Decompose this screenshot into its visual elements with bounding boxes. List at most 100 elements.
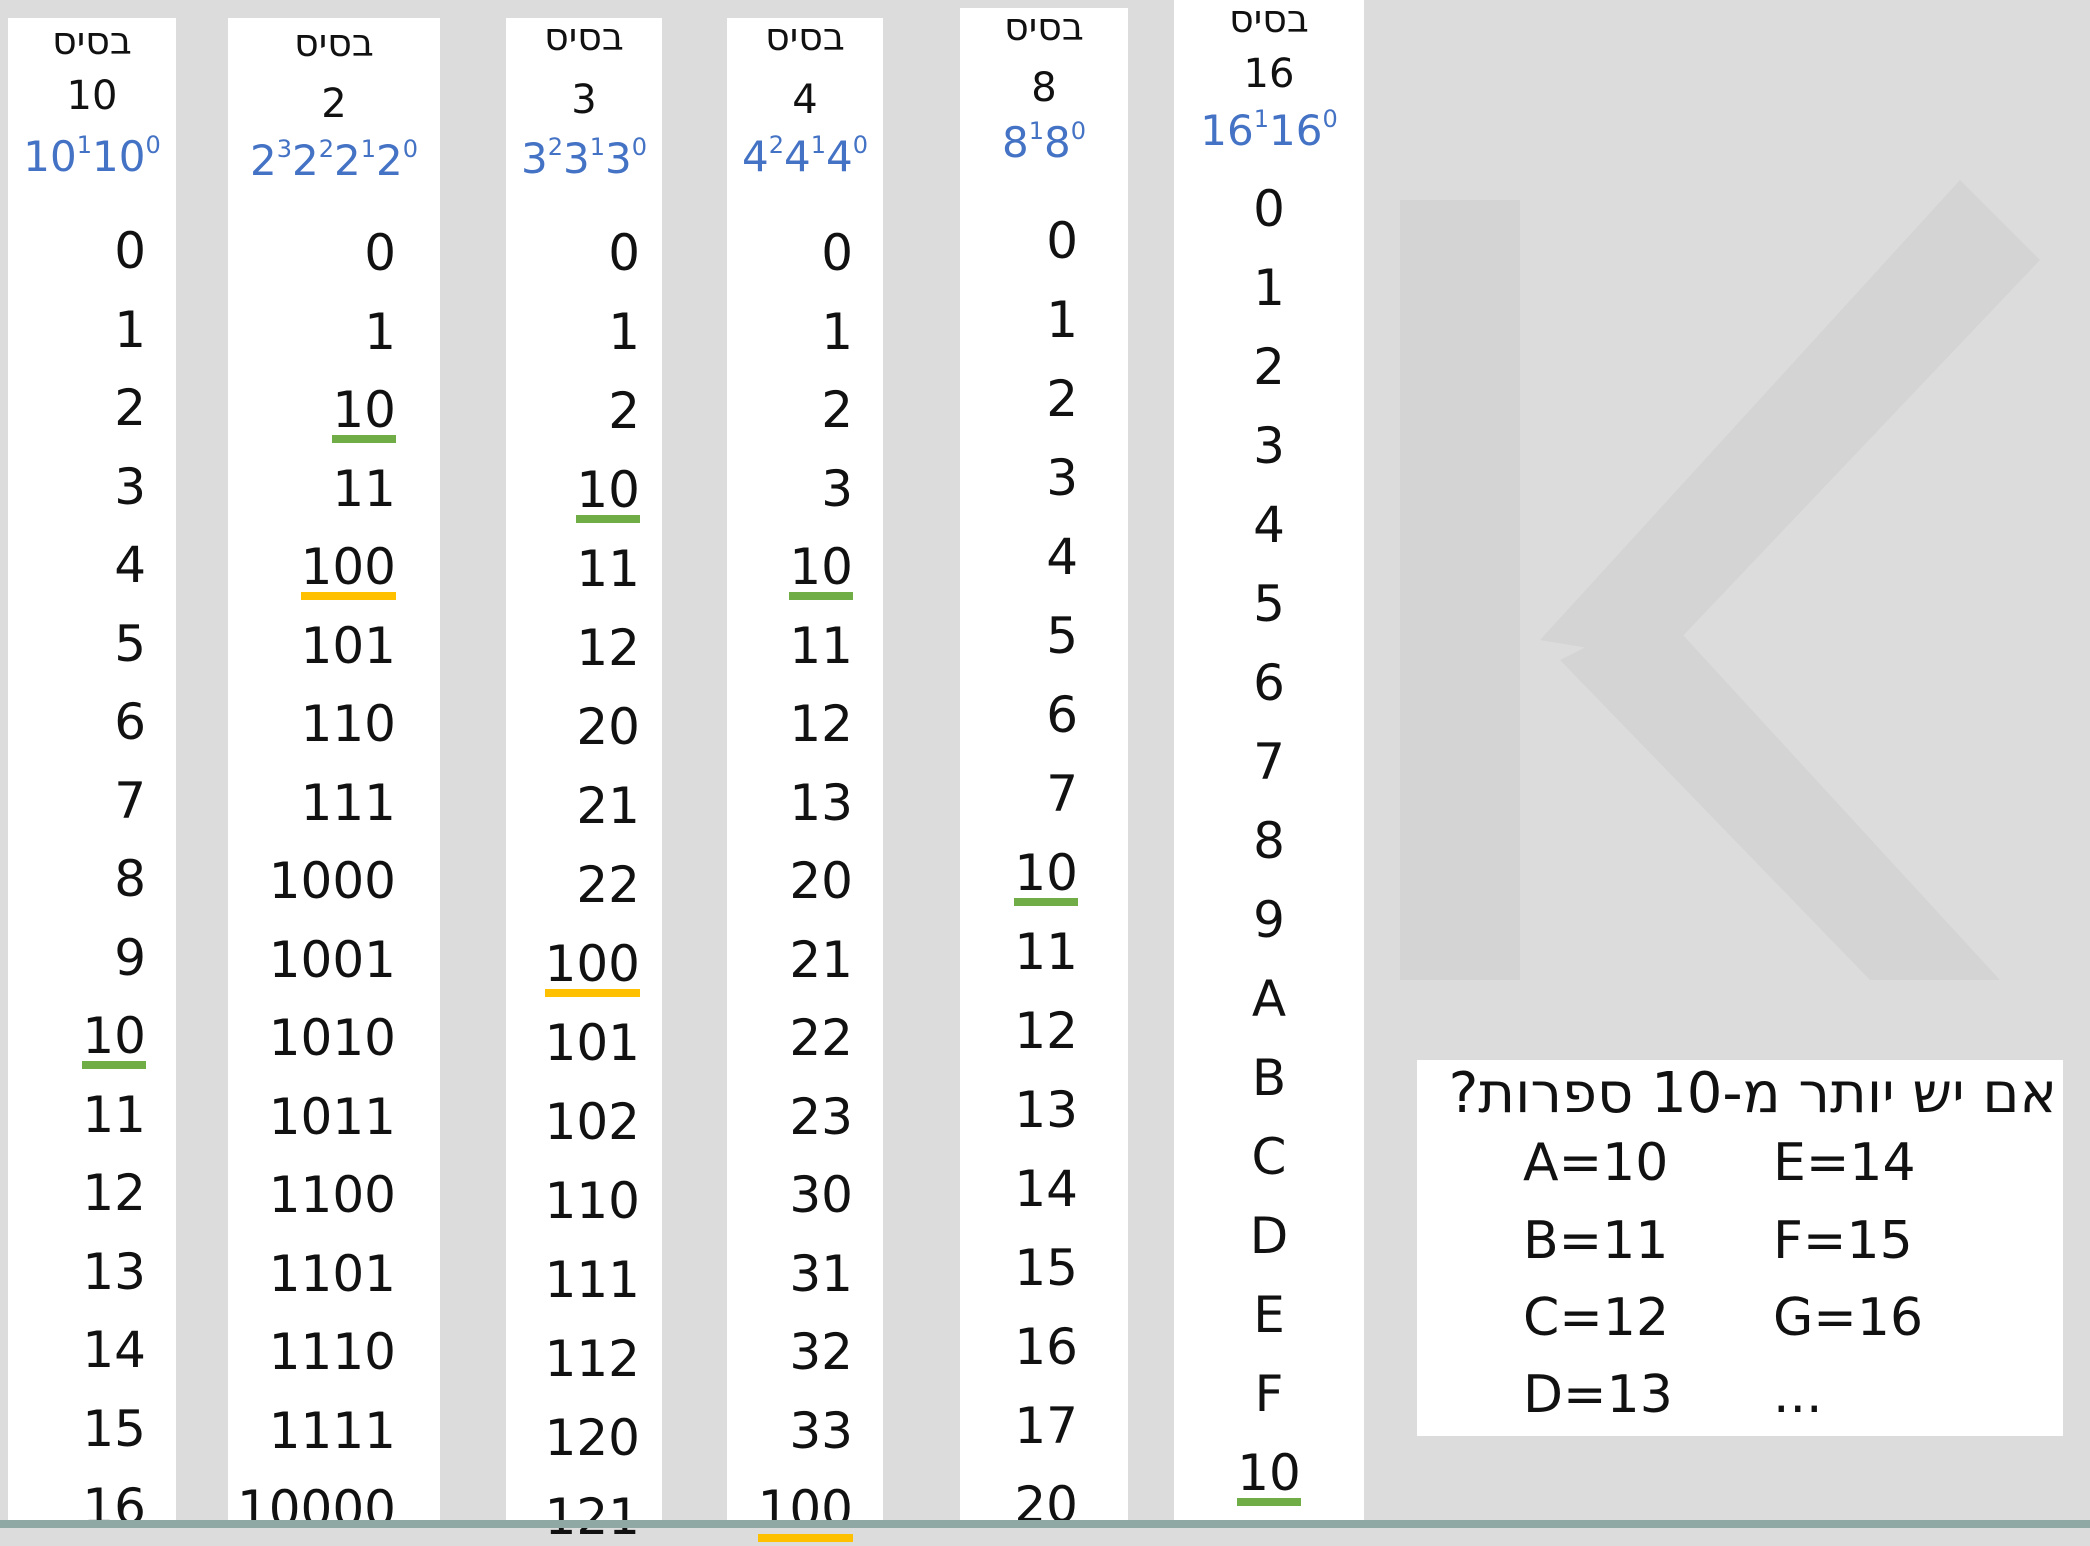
column-value: 2 bbox=[114, 379, 146, 437]
column-value: 31 bbox=[789, 1244, 853, 1303]
column-value: 1011 bbox=[268, 1087, 396, 1146]
note-pair: F=15 bbox=[1773, 1211, 1913, 1271]
column-place-values: 323130 bbox=[520, 133, 648, 183]
column-value: 1101 bbox=[268, 1244, 396, 1303]
column-value: 1000 bbox=[268, 852, 396, 910]
column-value: 11 bbox=[332, 459, 396, 518]
column-value: 11 bbox=[576, 540, 640, 598]
column-value: 21 bbox=[789, 930, 853, 989]
column-value: B bbox=[1251, 1049, 1287, 1107]
column-value: 1 bbox=[608, 303, 640, 361]
column-value: 10 bbox=[789, 542, 853, 600]
column-value: 32 bbox=[789, 1323, 853, 1381]
column-place-values: 23222120 bbox=[249, 135, 419, 185]
column-value: 14 bbox=[82, 1321, 146, 1379]
column-value: 33 bbox=[789, 1401, 853, 1460]
column-title: בסיס bbox=[1004, 5, 1084, 49]
column-value: A bbox=[1251, 970, 1287, 1028]
column-value: 1010 bbox=[268, 1009, 396, 1067]
note-pair: A=10 bbox=[1523, 1133, 1669, 1193]
column-value: 13 bbox=[789, 773, 853, 832]
column-value: 120 bbox=[544, 1409, 640, 1467]
column-value: 7 bbox=[1253, 733, 1285, 791]
column-value: 1111 bbox=[268, 1401, 396, 1460]
column-value: 4 bbox=[1046, 528, 1078, 586]
column-value: 1 bbox=[114, 300, 146, 359]
column-value: 112 bbox=[544, 1330, 640, 1388]
column-value: 8 bbox=[114, 850, 146, 908]
column-value: 2 bbox=[1046, 370, 1078, 428]
column-value: 3 bbox=[114, 457, 146, 516]
column-value: 12 bbox=[82, 1164, 146, 1222]
column-base-number: 2 bbox=[321, 81, 347, 127]
column-place-values: 8180 bbox=[1001, 117, 1087, 167]
column-value: 110 bbox=[544, 1172, 640, 1230]
column-value: 10 bbox=[1237, 1448, 1301, 1506]
column-value: 0 bbox=[1253, 180, 1285, 238]
column-value: 11 bbox=[1014, 923, 1078, 981]
column-value: 5 bbox=[114, 614, 146, 673]
column-base-number: 4 bbox=[792, 77, 818, 123]
column-value: 10 bbox=[1014, 848, 1078, 906]
column-value: 23 bbox=[789, 1087, 853, 1146]
column-title: בסיס bbox=[544, 15, 624, 59]
column-value: 111 bbox=[300, 773, 396, 832]
note-pair: C=12 bbox=[1523, 1288, 1670, 1348]
column-place-values: 161160 bbox=[1200, 105, 1338, 155]
column-value: 11 bbox=[82, 1085, 146, 1144]
column-base-number: 10 bbox=[66, 73, 118, 119]
column-value: 6 bbox=[1253, 654, 1285, 712]
column-value: 7 bbox=[114, 771, 146, 830]
column-title: בסיס bbox=[765, 15, 845, 59]
column-value: 100 bbox=[300, 542, 396, 600]
column-value: 14 bbox=[1014, 1160, 1078, 1218]
column-value: 101 bbox=[544, 1014, 640, 1072]
column-value: 8 bbox=[1253, 812, 1285, 870]
column-place-values: 424140 bbox=[741, 131, 869, 181]
column-value: 11 bbox=[789, 616, 853, 675]
note-pair: ... bbox=[1773, 1365, 1823, 1425]
column-value: 4 bbox=[1253, 496, 1285, 554]
column-value: F bbox=[1254, 1365, 1284, 1423]
column-value: 3 bbox=[1253, 417, 1285, 475]
column-value: C bbox=[1251, 1128, 1287, 1186]
column-base-number: 16 bbox=[1243, 51, 1295, 97]
column-value: 12 bbox=[789, 695, 853, 753]
column-title: בסיס bbox=[294, 21, 374, 65]
column-value: 100 bbox=[757, 1484, 853, 1542]
column-base16: בסיס 16 161160 0 1 2 3 4 5 6 7 8 9 A B C D E F 10 bbox=[1174, 0, 1364, 1528]
column-base3: בסיס 3 323130 0 1 2 10 11 12 20 21 22 100 101 102 110 11… bbox=[506, 15, 662, 1542]
column-value: 22 bbox=[789, 1009, 853, 1067]
column-value: 6 bbox=[114, 693, 146, 751]
column-value: 15 bbox=[1014, 1239, 1078, 1297]
column-base8: בסיס 8 8180 0 1 2 3 4 5 6 7 10 11 12 13 14 15 16 17 20 bbox=[960, 5, 1128, 1530]
column-value: 101 bbox=[300, 616, 396, 675]
column-value: 0 bbox=[608, 224, 640, 282]
column-value: D bbox=[1249, 1207, 1289, 1265]
column-value: 30 bbox=[789, 1166, 853, 1224]
column-base4: בסיס 4 424140 0 1 2 3 10 11 12 13 20 21 22 23 30 31 32 33 1… bbox=[727, 15, 883, 1542]
column-value: 12 bbox=[1014, 1002, 1078, 1060]
column-value: 6 bbox=[1046, 686, 1078, 744]
column-value: E bbox=[1253, 1286, 1285, 1344]
column-value: 1 bbox=[1253, 259, 1285, 317]
column-value: 16 bbox=[1014, 1318, 1078, 1376]
column-value: 5 bbox=[1253, 575, 1285, 633]
hex-digits-note: אם יש יותר מ-10 ספרות? A=10 B=11 C=12 D=… bbox=[1417, 1060, 2063, 1436]
column-value: 13 bbox=[82, 1242, 146, 1301]
column-value: 0 bbox=[114, 222, 146, 280]
column-value: 2 bbox=[608, 382, 640, 440]
column-value: 22 bbox=[576, 856, 640, 914]
column-value: 2 bbox=[1253, 338, 1285, 396]
column-value: 0 bbox=[364, 224, 396, 282]
column-title: בסיס bbox=[1229, 0, 1309, 41]
bottom-border bbox=[0, 1520, 2090, 1528]
column-value: 10 bbox=[82, 1011, 146, 1069]
column-value: 4 bbox=[114, 536, 146, 594]
column-value: 110 bbox=[300, 695, 396, 753]
note-pair: G=16 bbox=[1773, 1288, 1924, 1348]
note-pair: E=14 bbox=[1773, 1133, 1916, 1193]
column-base10: בסיס 10 101100 0 1 2 3 4 5 6 7 8 9 10 11 12 13 14 15 16 bbox=[8, 18, 176, 1532]
column-value: 100 bbox=[544, 939, 640, 997]
column-value: 1 bbox=[1046, 291, 1078, 349]
